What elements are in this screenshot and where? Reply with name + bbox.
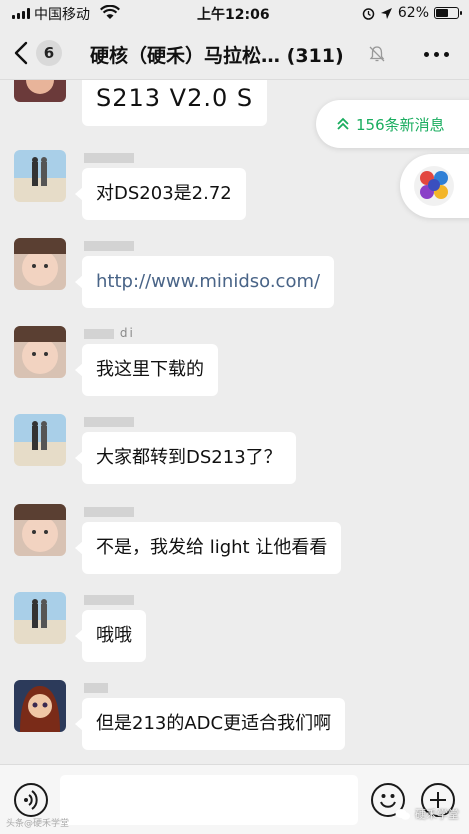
message-row: 大家都转到DS213了？ <box>0 414 469 494</box>
message-row: http://www.minidso.com/ <box>0 238 469 318</box>
message-input[interactable] <box>60 775 358 825</box>
sender-name <box>84 504 144 518</box>
message-bubble[interactable]: 不是，我发给 light 让他看看 <box>74 522 342 574</box>
sender-name: di <box>84 326 144 340</box>
watermark: 硬禾学堂 <box>395 806 459 822</box>
child-avatar[interactable] <box>14 238 66 290</box>
sender-name <box>84 414 144 428</box>
cartoon-girl-avatar[interactable] <box>14 680 66 732</box>
alarm-icon <box>362 7 375 20</box>
message-row: 不是，我发给 light 让他看看 <box>0 504 469 584</box>
floating-app-icon <box>414 166 454 206</box>
beach-couple-avatar[interactable] <box>14 150 66 202</box>
chat-title[interactable]: 硬核（硬禾）马拉松… (311) <box>90 41 348 67</box>
link-message-bubble[interactable]: http://www.minidso.com/ <box>74 256 335 308</box>
message-bubble[interactable]: 我这里下载的 <box>75 344 218 396</box>
mute-bell-icon <box>369 46 385 62</box>
beach-couple-avatar[interactable] <box>14 414 66 466</box>
wechat-logo-icon <box>395 808 410 820</box>
message-bubble[interactable]: 哦哦 <box>75 610 146 662</box>
child-avatar[interactable] <box>14 504 66 556</box>
clock: 上午12:06 <box>197 7 270 23</box>
message-row: 对DS203是2.72 <box>0 150 469 230</box>
new-messages-button[interactable]: 156条新消息 <box>316 100 469 148</box>
watermark-left: 头条@硬禾学堂 <box>6 819 70 829</box>
battery-icon <box>434 7 462 19</box>
message-row: 但是213的ADC更适合我们啊 <box>0 680 469 760</box>
cellular-signal-icon <box>12 8 32 19</box>
input-bar <box>0 764 469 834</box>
sender-name-text: di <box>119 326 135 340</box>
sender-name <box>84 592 144 606</box>
voice-icon <box>24 790 38 810</box>
back-button[interactable]: 6 <box>14 38 78 68</box>
location-arrow-icon <box>380 7 392 19</box>
beach-couple-avatar[interactable] <box>14 592 66 644</box>
status-bar: 中国移动 上午12:06 62% <box>0 0 469 26</box>
chevron-left-icon <box>14 41 28 65</box>
sender-name <box>84 150 144 164</box>
sender-name <box>84 238 144 252</box>
message-bubble[interactable]: 对DS203是2.72 <box>75 168 246 220</box>
chat-area[interactable]: S213 V2.0 S 对DS203是2.72 http://www.minid… <box>0 80 469 764</box>
chat-header: 6 硬核（硬禾）马拉松… (311) <box>0 26 469 80</box>
message-bubble[interactable]: 大家都转到DS213了？ <box>75 432 296 484</box>
wifi-icon <box>100 5 120 19</box>
floating-window-button[interactable] <box>400 154 469 218</box>
message-row: di 我这里下载的 <box>0 326 469 406</box>
member-count: (311) <box>286 45 344 67</box>
message-bubble[interactable]: 但是213的ADC更适合我们啊 <box>74 698 346 750</box>
watermark-label: 硬禾学堂 <box>415 808 459 821</box>
sender-name <box>84 680 144 694</box>
voice-input-button[interactable] <box>14 783 48 817</box>
carrier-label: 中国移动 <box>34 7 90 23</box>
battery-percent: 62% <box>397 5 429 21</box>
girl-avatar[interactable] <box>14 80 66 102</box>
new-messages-label: 156条新消息 <box>356 115 445 134</box>
child-avatar[interactable] <box>14 326 66 378</box>
double-chevron-up-icon <box>337 117 349 130</box>
group-name: 硬核（硬禾）马拉松… <box>90 45 281 67</box>
message-bubble[interactable]: S213 V2.0 S <box>82 80 268 126</box>
unread-count-badge: 6 <box>36 40 62 66</box>
more-options-button[interactable] <box>418 42 458 66</box>
message-row: 哦哦 <box>0 592 469 672</box>
